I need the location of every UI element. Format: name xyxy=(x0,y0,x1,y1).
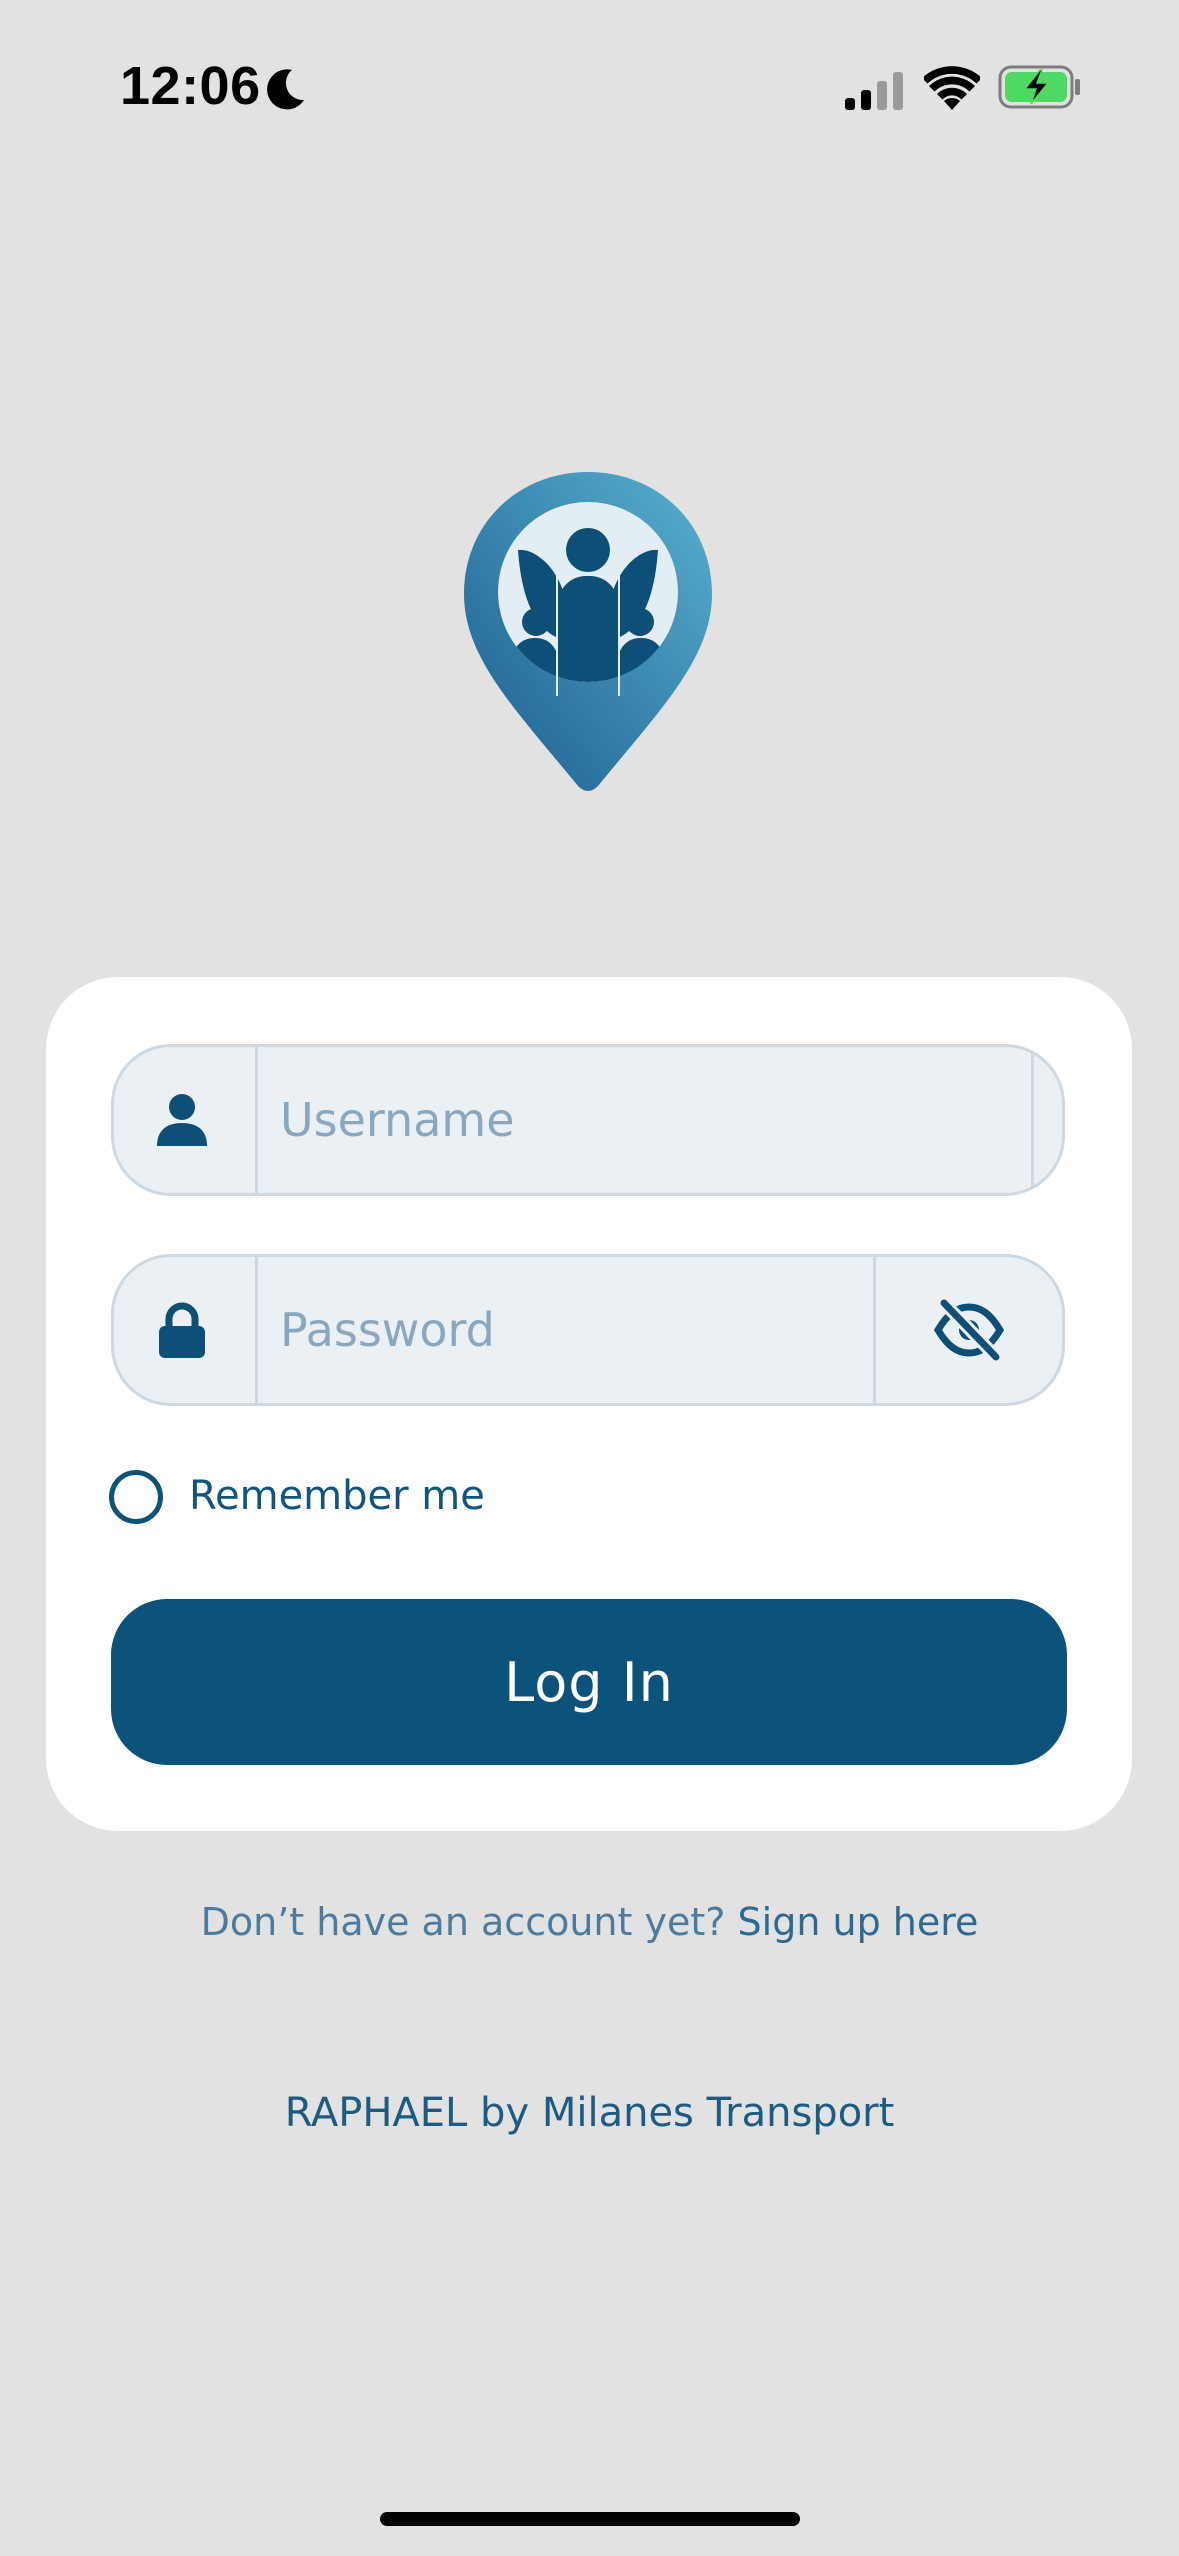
cellular-signal-icon xyxy=(845,72,903,110)
password-input[interactable] xyxy=(258,1257,876,1403)
password-visibility-toggle[interactable] xyxy=(876,1257,1062,1403)
username-icon-cell xyxy=(114,1047,258,1193)
password-icon-cell xyxy=(114,1257,258,1403)
signup-prompt-text: Don’t have an account yet? xyxy=(200,1900,726,1944)
login-card: Remember me Log In xyxy=(46,977,1132,1831)
lock-icon xyxy=(159,1302,205,1358)
wifi-icon xyxy=(924,66,980,110)
moon-icon xyxy=(267,69,304,110)
home-indicator[interactable] xyxy=(380,2512,800,2526)
username-field xyxy=(111,1044,1065,1196)
login-button[interactable]: Log In xyxy=(111,1599,1067,1765)
footer-brand: RAPHAEL by Milanes Transport xyxy=(284,2090,895,2136)
password-field xyxy=(111,1254,1065,1406)
location-pin-family-icon xyxy=(464,472,712,791)
battery-charging-icon xyxy=(998,65,1080,109)
eye-slash-icon xyxy=(934,1299,1004,1361)
remember-me-row: Remember me xyxy=(109,1467,609,1527)
status-time: 12:06 xyxy=(120,56,261,116)
user-icon xyxy=(157,1094,207,1146)
signup-prompt: Don’t have an account yet? Sign up here xyxy=(0,1900,1179,1944)
remember-me-radio[interactable] xyxy=(109,1470,163,1524)
signup-link[interactable]: Sign up here xyxy=(738,1900,979,1944)
username-input[interactable] xyxy=(258,1047,1034,1193)
status-bar: 12:06 xyxy=(0,0,1179,170)
remember-me-label: Remember me xyxy=(189,1473,485,1519)
